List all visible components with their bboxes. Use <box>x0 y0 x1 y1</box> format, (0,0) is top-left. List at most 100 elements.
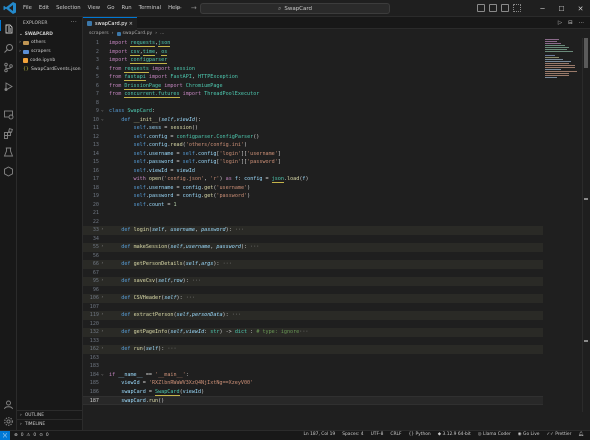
code-line: 16 self.viewId = viewId <box>92 167 195 174</box>
indentation[interactable]: Spaces: 4 <box>342 432 363 437</box>
chevron-right-icon: › <box>155 31 158 36</box>
menu-terminal[interactable]: Terminal <box>139 5 161 11</box>
code-line: 132 › def getPageInfo(self,viewId: str) -… <box>83 328 543 337</box>
remote-indicator-icon[interactable]: ⟩⟨ <box>0 430 10 440</box>
code-line: 67 <box>92 269 99 276</box>
tree-item-scrapers[interactable]: › scrapers <box>17 47 82 56</box>
cursor-position[interactable]: Ln 187, Col 19 <box>303 432 335 437</box>
remote-explorer-icon[interactable] <box>3 105 14 120</box>
title-bar: File Edit Selection View Go Run Terminal… <box>0 0 590 17</box>
code-line: 133 <box>89 337 99 344</box>
breadcrumb-item[interactable]: swapCard.py <box>123 31 153 36</box>
code-line: 1 import requests,json <box>95 40 171 47</box>
tree-item-label: others <box>31 40 46 45</box>
testing-icon[interactable] <box>3 143 14 157</box>
tab-swapcard-py[interactable]: swapCard.py × <box>83 17 137 29</box>
extension-view-icon[interactable] <box>3 162 14 177</box>
double-check-icon: ✓✓ <box>546 432 554 437</box>
info-count: 0 <box>45 433 49 438</box>
outline-section[interactable]: › OUTLINE <box>17 410 83 419</box>
split-editor-icon[interactable]: ⊟ <box>568 20 573 26</box>
problems-indicator[interactable]: ⊗ 0 ⚠ 0 ⊙ 0 <box>14 433 49 438</box>
warning-count: 0 <box>33 433 37 438</box>
menu-view[interactable]: View <box>88 5 101 11</box>
minimize-icon[interactable]: ─ <box>533 5 552 13</box>
llama-coder-status[interactable]: ◎ Llama Coder <box>478 432 511 437</box>
nav-arrows: ← → <box>176 4 197 12</box>
chevron-right-icon: › <box>111 31 114 36</box>
code-line: 3 import configparser <box>95 57 168 64</box>
line-ending[interactable]: CRLF <box>390 432 401 437</box>
code-editor[interactable]: 1 import requests,json 2 import csv,time, … <box>83 38 590 412</box>
settings-gear-icon[interactable] <box>3 412 14 426</box>
run-file-icon[interactable]: ▷ <box>558 20 562 26</box>
code-line: 18 self.username = config.get('username'… <box>92 184 251 191</box>
code-line: 184 ⌄ if __name__ == '__main__': <box>89 371 189 378</box>
extensions-icon[interactable] <box>3 124 14 139</box>
menu-bar: File Edit Selection View Go Run Terminal… <box>23 5 187 11</box>
menu-selection[interactable]: Selection <box>56 5 80 11</box>
code-line: 55 › def makeSession(self,username, passw… <box>83 243 543 252</box>
code-line: 19 self.password = config.get('password'… <box>92 193 251 199</box>
editor-actions: ▷ ⊟ ··· <box>558 20 584 26</box>
code-line: 163 <box>89 354 99 361</box>
toggle-sidebar-icon[interactable] <box>477 4 485 12</box>
status-bar-right: Ln 187, Col 19 Spaces: 4 UTF-8 CRLF {} P… <box>303 432 584 437</box>
editor-tabs: swapCard.py × ▷ ⊟ ··· <box>83 17 590 29</box>
prettier-status[interactable]: ✓✓ Prettier <box>547 432 572 437</box>
tab-label: swapCard.py <box>95 20 128 27</box>
breadcrumb-item[interactable]: scrapers <box>89 31 109 36</box>
menu-edit[interactable]: Edit <box>39 5 49 11</box>
encoding[interactable]: UTF-8 <box>371 432 384 437</box>
notifications-bell-icon[interactable]: 🔔︎ <box>578 432 584 437</box>
code-line: 8 <box>95 99 99 106</box>
chevron-down-icon: ⌄ <box>19 31 23 37</box>
tree-item-others[interactable]: › others <box>17 38 82 47</box>
timeline-section[interactable]: › TIMELINE <box>17 419 83 428</box>
go-live-button[interactable]: ◉ Go Live <box>518 432 540 437</box>
code-line: 66 › def getPersonDetails(self,args): ··· <box>83 260 543 269</box>
run-debug-icon[interactable] <box>3 77 14 91</box>
explorer-title: EXPLORER <box>23 21 48 26</box>
error-icon: ⊗ <box>14 433 18 438</box>
tree-item-code-ipynb[interactable]: code.ipynb <box>17 56 82 65</box>
more-actions-icon[interactable]: ··· <box>579 20 584 26</box>
tree-item-swapcardevents-json[interactable]: {} SwapCardEvents.json <box>17 65 82 74</box>
code-line: 10 ⌄ def __init__(self,viewId): <box>92 116 202 123</box>
search-view-icon[interactable] <box>3 39 14 53</box>
tree-item-label: SwapCardEvents.json <box>31 67 81 72</box>
explorer-icon[interactable] <box>0 20 17 34</box>
code-line: 20 self.count = 1 <box>92 201 177 208</box>
workspace-folder[interactable]: ⌄ SWAPCARD <box>17 30 82 38</box>
activity-bar <box>0 17 17 430</box>
customize-layout-icon[interactable] <box>513 4 521 12</box>
accounts-icon[interactable] <box>3 395 14 410</box>
explorer-sidebar: EXPLORER ··· ⌄ SWAPCARD › others › scrap… <box>17 17 83 430</box>
code-line: 13 self.config.read('others/config.ini') <box>92 142 248 148</box>
command-center-search[interactable]: ⌕ SwapCard <box>200 3 390 14</box>
python-icon: ◆ <box>437 432 442 437</box>
menu-go[interactable]: Go <box>107 5 114 11</box>
maximize-icon[interactable]: ☐ <box>552 5 571 13</box>
code-line: 14 self.username = self.config['login'][… <box>92 150 281 157</box>
folder-icon <box>23 40 29 45</box>
source-control-icon[interactable] <box>3 58 14 73</box>
status-bar: ⟩⟨ ⊗ 0 ⚠ 0 ⊙ 0 Ln 187, Col 19 Spaces: 4 … <box>0 430 590 440</box>
vertical-scrollbar[interactable] <box>582 38 588 412</box>
close-icon[interactable]: ✕ <box>571 5 590 13</box>
breadcrumb-item[interactable]: ... <box>160 31 164 36</box>
toggle-panel-icon[interactable] <box>489 4 497 12</box>
back-arrow-icon[interactable]: ← <box>176 4 182 12</box>
language-mode[interactable]: {} Python <box>408 432 430 437</box>
menu-run[interactable]: Run <box>122 5 132 11</box>
forward-arrow-icon[interactable]: → <box>191 4 197 12</box>
more-actions-icon[interactable]: ··· <box>71 19 77 26</box>
python-file-icon <box>87 21 92 26</box>
code-line: 4 from requests import session <box>95 65 195 73</box>
close-tab-icon[interactable]: × <box>129 21 133 27</box>
menu-file[interactable]: File <box>23 5 32 11</box>
toggle-secondary-sidebar-icon[interactable] <box>501 4 509 12</box>
code-line: 162 › def run(self): ··· <box>83 345 543 354</box>
python-interpreter[interactable]: ◆ 3.12.9 64-bit <box>438 432 471 437</box>
minimap[interactable] <box>545 38 579 86</box>
